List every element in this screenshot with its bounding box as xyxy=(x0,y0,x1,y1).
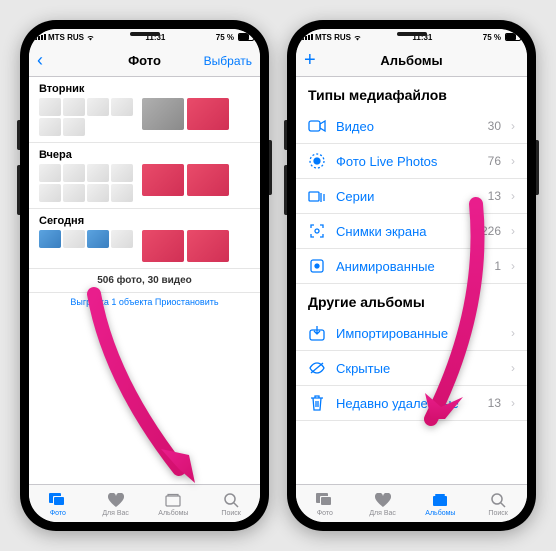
nav-title: Альбомы xyxy=(380,53,442,68)
thumbnail[interactable] xyxy=(187,98,229,130)
section-header: Сегодня xyxy=(29,209,260,230)
albums-icon xyxy=(431,491,449,509)
tab-foryou[interactable]: Для Вас xyxy=(87,485,145,522)
photos-content[interactable]: Вторник Вчера Сегодня 506 фото, 30 видео… xyxy=(29,77,260,484)
search-icon xyxy=(222,491,240,509)
row-live[interactable]: Фото Live Photos 76 › xyxy=(296,144,527,179)
phone-left: MTS RUS 11:31 75 % ‹ Фото Выбрать Вторни… xyxy=(20,20,269,531)
battery-pct: 75 % xyxy=(483,33,501,42)
trash-icon xyxy=(308,394,326,412)
chevron-right-icon: › xyxy=(511,224,515,238)
hidden-icon xyxy=(308,359,326,377)
photos-icon xyxy=(316,491,334,509)
row-animated[interactable]: Анимированные 1 › xyxy=(296,249,527,284)
tab-albums[interactable]: Альбомы xyxy=(412,485,470,522)
tab-photos[interactable]: Фото xyxy=(296,485,354,522)
photos-icon xyxy=(49,491,67,509)
carrier: MTS RUS xyxy=(315,33,351,42)
heart-icon xyxy=(374,491,392,509)
battery-icon xyxy=(238,33,254,41)
row-hidden[interactable]: Скрытые › xyxy=(296,351,527,386)
wifi-icon xyxy=(86,33,95,42)
tab-bar: Фото Для Вас Альбомы Поиск xyxy=(29,484,260,522)
upload-status: Выгрузка 1 объекта Приостановить xyxy=(29,292,260,311)
battery-pct: 75 % xyxy=(216,33,234,42)
albums-content[interactable]: Типы медиафайлов Видео 30 › Фото Live Ph… xyxy=(296,77,527,484)
row-bursts[interactable]: Серии 13 › xyxy=(296,179,527,214)
screenshot-icon xyxy=(308,222,326,240)
back-button[interactable]: ‹ xyxy=(37,50,43,70)
bursts-icon xyxy=(308,187,326,205)
row-imported[interactable]: Импортированные › xyxy=(296,316,527,351)
tab-foryou[interactable]: Для Вас xyxy=(354,485,412,522)
chevron-right-icon: › xyxy=(511,361,515,375)
row-video[interactable]: Видео 30 › xyxy=(296,109,527,144)
thumbnail[interactable] xyxy=(187,164,229,196)
animated-icon xyxy=(308,257,326,275)
tab-search[interactable]: Поиск xyxy=(469,485,527,522)
section-title: Типы медиафайлов xyxy=(296,77,527,109)
thumbnail[interactable] xyxy=(142,230,184,262)
live-photos-icon xyxy=(308,152,326,170)
row-screenshots[interactable]: Снимки экрана 226 › xyxy=(296,214,527,249)
chevron-right-icon: › xyxy=(511,396,515,410)
tab-bar: Фото Для Вас Альбомы Поиск xyxy=(296,484,527,522)
import-icon xyxy=(308,324,326,342)
signal-icon xyxy=(35,34,46,40)
thumbnail[interactable] xyxy=(187,230,229,262)
nav-bar: + Альбомы xyxy=(296,45,527,77)
add-button[interactable]: + xyxy=(304,49,316,71)
heart-icon xyxy=(107,491,125,509)
tab-photos[interactable]: Фото xyxy=(29,485,87,522)
chevron-right-icon: › xyxy=(511,119,515,133)
section-header: Вторник xyxy=(29,77,260,98)
signal-icon xyxy=(302,34,313,40)
nav-title: Фото xyxy=(128,53,161,68)
thumbnail[interactable] xyxy=(142,98,184,130)
select-button[interactable]: Выбрать xyxy=(202,54,252,68)
photo-count: 506 фото, 30 видео xyxy=(29,269,260,292)
section-title: Другие альбомы xyxy=(296,284,527,316)
thumbnail[interactable] xyxy=(142,164,184,196)
wifi-icon xyxy=(353,33,362,42)
chevron-right-icon: › xyxy=(511,154,515,168)
chevron-right-icon: › xyxy=(511,326,515,340)
tab-albums[interactable]: Альбомы xyxy=(145,485,203,522)
row-recently-deleted[interactable]: Недавно удаленные 13 › xyxy=(296,386,527,421)
section-header: Вчера xyxy=(29,143,260,164)
phone-right: MTS RUS 11:31 75 % + Альбомы Типы медиаф… xyxy=(287,20,536,531)
nav-bar: ‹ Фото Выбрать xyxy=(29,45,260,77)
pause-upload[interactable]: Приостановить xyxy=(155,297,219,307)
battery-icon xyxy=(505,33,521,41)
video-icon xyxy=(308,117,326,135)
albums-icon xyxy=(164,491,182,509)
search-icon xyxy=(489,491,507,509)
chevron-right-icon: › xyxy=(511,259,515,273)
chevron-right-icon: › xyxy=(511,189,515,203)
carrier: MTS RUS xyxy=(48,33,84,42)
tab-search[interactable]: Поиск xyxy=(202,485,260,522)
